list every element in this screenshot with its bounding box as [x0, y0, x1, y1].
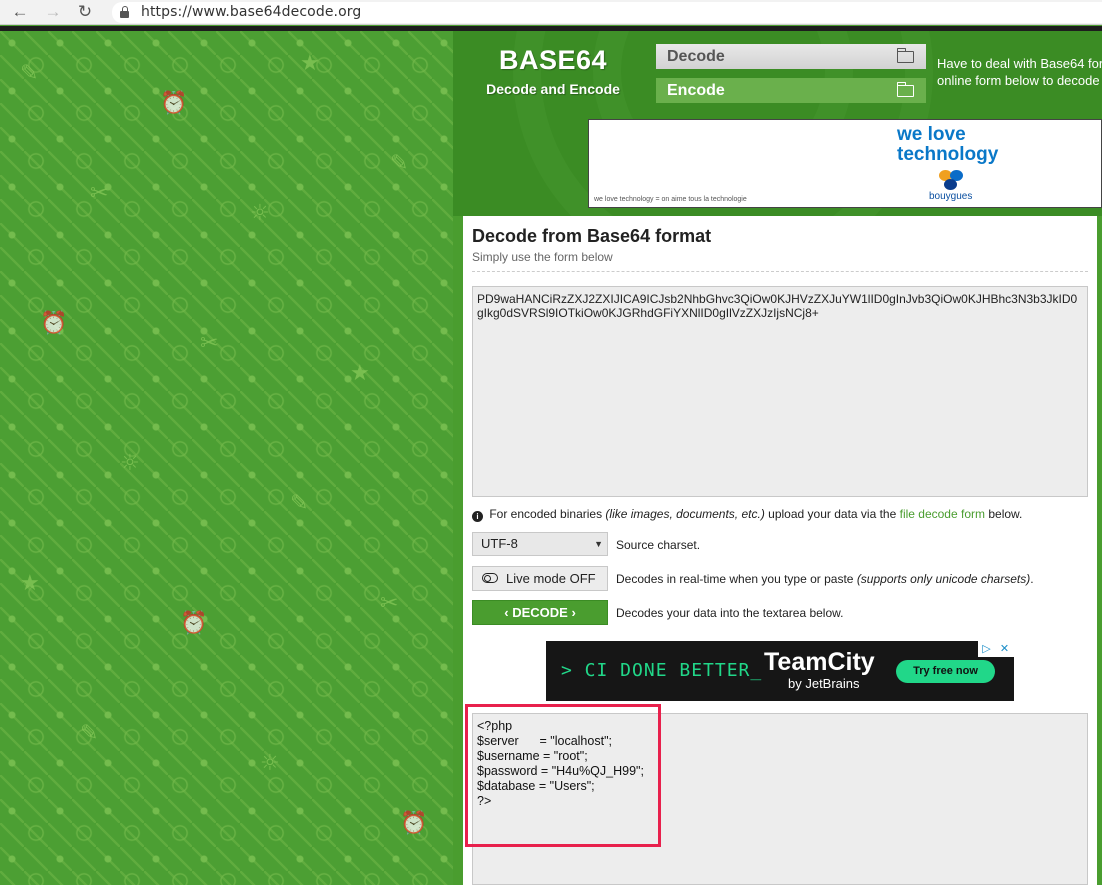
chevron-right-icon: ›: [571, 605, 576, 620]
page-title: Decode from Base64 format: [472, 226, 712, 246]
file-decode-link[interactable]: file decode form: [900, 507, 985, 521]
ad-byline: by JetBrains: [788, 676, 860, 691]
encode-mode-button[interactable]: Encode: [656, 78, 926, 103]
header-intro: Have to deal with Base64 for online form…: [937, 55, 1102, 89]
decode-mode-label: Decode: [667, 48, 725, 65]
info-text-italic: (like images, documents, etc.): [605, 507, 765, 521]
site-logo-title[interactable]: BASE64: [453, 45, 653, 76]
lock-icon: [120, 6, 129, 18]
page-subtitle: Simply use the form below: [472, 250, 613, 264]
bouygues-logo-icon: [939, 170, 965, 192]
forward-arrow-icon[interactable]: →: [42, 2, 64, 22]
binary-info-note: i For encoded binaries (like images, doc…: [472, 507, 1022, 522]
info-text: upload your data via the: [768, 507, 897, 521]
address-bar[interactable]: https://www.base64decode.org: [112, 2, 1102, 23]
header-intro-line: online form below to decode: [937, 73, 1100, 88]
site-logo-subtitle: Decode and Encode: [486, 81, 620, 97]
folder-icon: [896, 82, 914, 97]
charset-select[interactable]: UTF-8 ▼: [472, 532, 608, 556]
encode-mode-label: Encode: [667, 82, 725, 99]
live-mode-description: Decodes in real-time when you type or pa…: [616, 572, 1034, 586]
adchoices-icon[interactable]: ▷: [978, 641, 995, 657]
close-ad-icon[interactable]: ✕: [996, 641, 1013, 657]
decode-button-label: DECODE: [512, 605, 568, 620]
charset-value: UTF-8: [481, 536, 518, 551]
live-desc-period: .: [1030, 572, 1034, 586]
info-text: For encoded binaries: [489, 507, 603, 521]
divider: [472, 271, 1088, 272]
live-mode-toggle[interactable]: Live mode OFF: [472, 566, 608, 591]
ad-headline: technology: [897, 144, 999, 165]
info-icon: i: [472, 511, 483, 522]
ad-choices[interactable]: ▷ ✕: [978, 641, 1014, 657]
charset-label: Source charset.: [616, 538, 701, 552]
back-arrow-icon[interactable]: ←: [9, 2, 31, 22]
ad-tagline: > CI DONE BETTER_: [561, 660, 763, 681]
live-desc-italic: (supports only unicode charsets): [856, 572, 1031, 586]
highlight-annotation: [465, 704, 661, 847]
background-pattern: ✎ ⏰ ★ ✂ ☼ ✎ ⏰ ✂ ★ ☼ ✎ ★ ⏰ ✂ ✎ ☼ ⏰: [0, 31, 453, 885]
live-desc-text: Decodes in real-time when you type or pa…: [616, 572, 854, 586]
decode-description: Decodes your data into the textarea belo…: [616, 606, 844, 620]
ad-banner-teamcity[interactable]: > CI DONE BETTER_ TeamCity by JetBrains …: [546, 641, 1014, 701]
chevron-left-icon: ‹: [504, 605, 509, 620]
ad-fineprint: we love technology = on aime tous la tec…: [594, 196, 747, 203]
dropdown-arrow-icon: ▼: [594, 539, 603, 549]
decode-mode-button[interactable]: Decode: [656, 44, 926, 69]
ad-product-name: TeamCity: [764, 648, 875, 676]
browser-toolbar: ← → ↻ https://www.base64decode.org: [0, 0, 1102, 25]
ad-banner-top[interactable]: we love technology bouygues we love tech…: [588, 119, 1102, 208]
live-mode-label: Live mode OFF: [506, 571, 596, 586]
base64-input-textarea[interactable]: PD9waHANCiRzZXJ2ZXIJICA9ICJsb2NhbGhvc3Qi…: [472, 286, 1088, 497]
header-intro-line: Have to deal with Base64 for: [937, 56, 1102, 71]
folder-open-icon: [896, 48, 914, 63]
ad-headline: we love: [897, 124, 966, 145]
info-text: below.: [988, 507, 1023, 521]
decode-button[interactable]: ‹ DECODE ›: [472, 600, 608, 625]
ad-brand-name: bouygues: [929, 191, 973, 202]
toggle-off-icon: [482, 573, 498, 583]
ad-cta-button[interactable]: Try free now: [896, 660, 995, 683]
url-text: https://www.base64decode.org: [141, 4, 362, 20]
reload-icon[interactable]: ↻: [74, 2, 96, 22]
